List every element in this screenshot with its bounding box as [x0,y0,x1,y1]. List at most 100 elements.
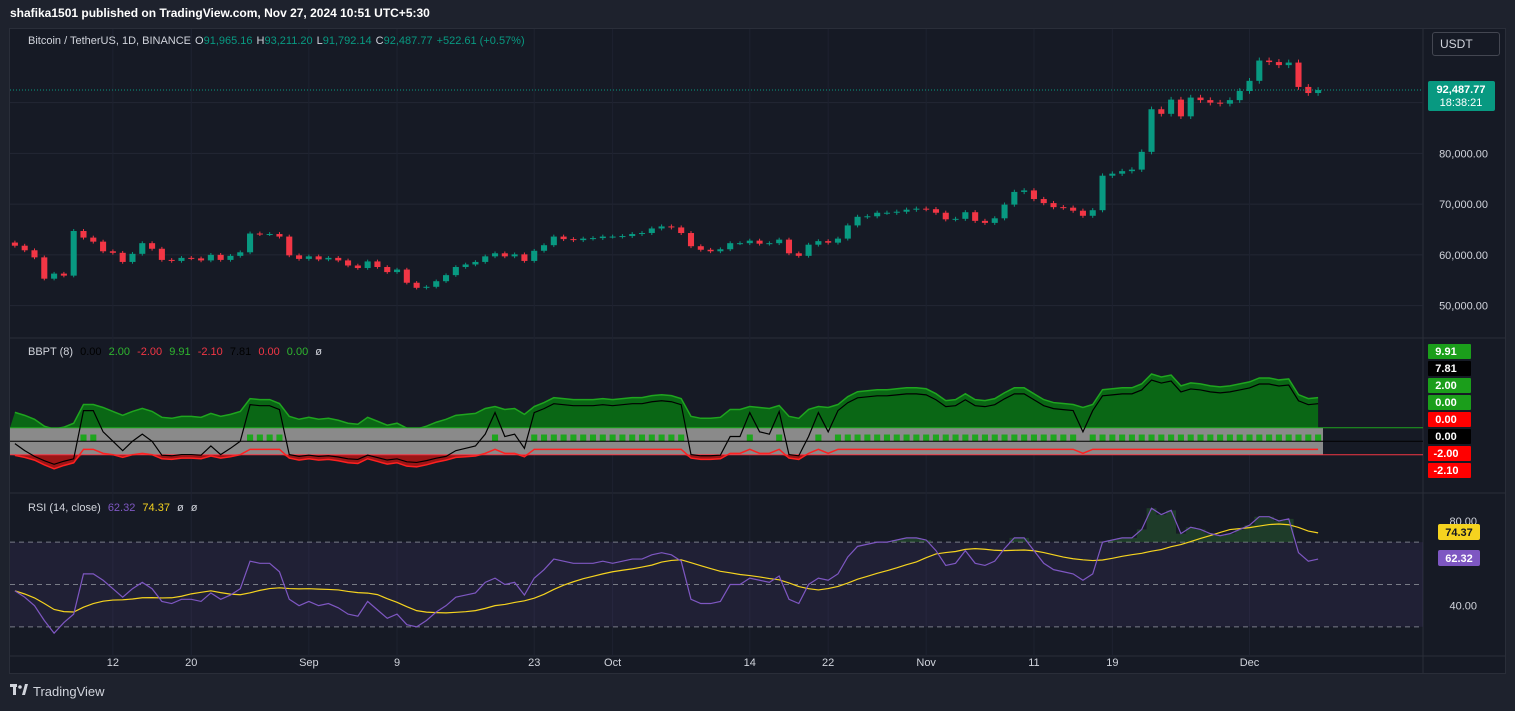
candle-body [384,267,391,273]
bbpt-histogram-bar [658,434,665,442]
candle-body [139,243,146,254]
candle-body [423,286,430,288]
candle-body [276,234,283,237]
candle-body [354,265,361,269]
candle-body [1266,60,1273,63]
bbpt-histogram-bar [952,434,959,442]
bbpt-histogram-bar [903,434,910,442]
bbpt-histogram-bar [90,434,97,442]
bbpt-histogram-bar [1148,434,1155,442]
rsi-value-3: ø [177,502,184,514]
candle-body [188,257,195,259]
bbpt-histogram-bar [854,434,861,442]
bbpt-histogram-bar [1138,434,1145,442]
bbpt-histogram-bar [80,434,87,442]
candle-body [207,254,214,261]
candle-body [609,236,616,238]
rsi-ma-badge-label: 74.37 [1445,527,1473,539]
candle-body [1168,99,1175,114]
bbpt-histogram-bar [932,434,939,442]
candle-body [335,257,342,261]
bbpt-scale-label: 0.00 [1435,431,1456,443]
candle-body [815,241,822,245]
candle-body [648,228,655,234]
bbpt-histogram-bar [266,434,273,442]
candle-body [531,250,538,261]
candle-body [315,256,322,260]
bbpt-histogram-bar [1040,434,1047,442]
bbpt-histogram-bar [1275,434,1282,442]
change-value: +522.61 (+0.57%) [436,35,525,47]
bbpt-histogram-bar [629,434,636,442]
time-tick-label: 9 [394,657,400,669]
price-tick-label: 70,000.00 [1439,199,1488,211]
candle-body [825,241,832,243]
bbpt-bear-area [10,453,1319,469]
bbpt-histogram-bar [491,434,499,442]
candle-body [678,227,685,234]
candle-body [923,208,930,210]
bbpt-histogram-bar [1295,434,1302,442]
bbpt-title: BBPT (8) [28,346,74,358]
candle-body [560,236,567,240]
bbpt-histogram-bar [589,434,597,442]
candle-body [1275,62,1282,66]
candle-body [1187,97,1194,117]
bbpt-histogram-bar [1217,434,1224,442]
currency-button[interactable]: USDT [1432,32,1500,56]
candle-body [1295,62,1302,87]
bbpt-histogram-bar [668,434,675,442]
candle-body [795,253,802,256]
candle-body [51,273,58,279]
candle-body [746,240,753,244]
bbpt-histogram-bar [893,434,900,442]
candle-body [932,209,939,213]
bbpt-histogram-bar [1177,434,1184,442]
time-tick-label: Dec [1240,657,1260,669]
candle-body [158,248,165,260]
bbpt-histogram-bar [580,434,587,442]
time-tick-label: 11 [1028,657,1039,669]
candle-body [266,234,273,236]
bbpt-histogram-bar [844,434,851,442]
bbpt-histogram-bar [923,434,930,442]
bbpt-histogram-bar [1256,434,1263,442]
bbpt-value-6: 7.81 [229,346,252,358]
rsi-value: 62.32 [107,502,136,514]
bbpt-histogram-bar [1001,434,1008,442]
candle-body [1119,171,1126,174]
bbpt-scale-label: 0.00 [1435,397,1456,409]
bbpt-histogram-bar [550,434,557,442]
bbpt-scale-label: 2.00 [1435,380,1456,392]
bbpt-histogram-bar [1315,434,1322,442]
time-tick-label: 23 [528,657,540,669]
countdown-label: 18:38:21 [1440,97,1483,109]
candle-body [286,236,293,256]
candle-body [1197,97,1204,101]
candle-body [433,281,440,287]
bbpt-histogram-bar [1246,434,1253,442]
candle-body [834,238,842,243]
candle-body [90,237,97,242]
bbpt-value-7: 0.00 [258,346,280,358]
candle-body [472,261,479,265]
publisher-caption: shafika1501 published on TradingView.com… [10,6,430,20]
chart-frame[interactable]: 50,000.00 60,000.00 70,000.00 80,000.00 92,4… [9,28,1506,674]
bbpt-histogram-bar [560,434,567,442]
candle-body [658,226,665,229]
candle-body [776,239,783,244]
bbpt-histogram-bar [776,434,783,442]
low-value: 91,792.14 [322,35,372,47]
close-value: 92,487.77 [383,35,433,47]
bbpt-histogram-bar [599,434,606,442]
footer: TradingView [10,684,105,699]
main-legend: Bitcoin / TetherUS, 1D, BINANCE O91,965.1… [28,35,529,47]
bbpt-histogram-bar [972,434,979,442]
rsi-badge-label: 62.32 [1445,553,1473,565]
bbpt-histogram-bar [619,434,626,442]
bbpt-scale-label: -2.10 [1433,465,1458,477]
candle-body [31,250,38,258]
rsi-overbought-fill [891,508,1294,543]
time-tick-label: 19 [1106,657,1118,669]
open-label: O [195,35,204,47]
